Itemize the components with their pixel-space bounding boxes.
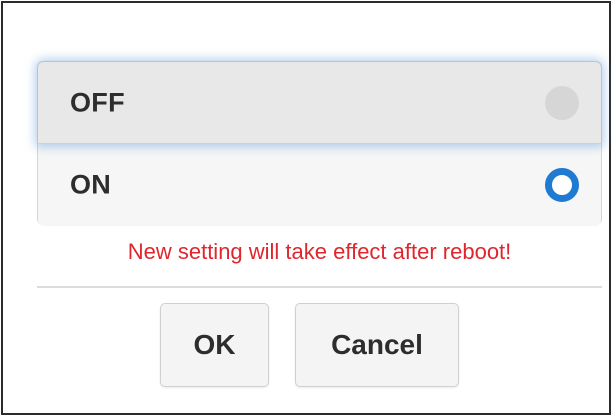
ok-button[interactable]: OK — [160, 303, 269, 387]
option-off-label: OFF — [70, 87, 125, 117]
option-on[interactable]: ON — [38, 144, 601, 226]
dialog: OFF ON New setting will take effect afte… — [1, 1, 611, 415]
option-list: OFF ON — [37, 61, 602, 226]
radio-on-icon[interactable] — [545, 168, 579, 202]
reboot-notice: New setting will take effect after reboo… — [127, 239, 512, 264]
divider — [37, 286, 602, 288]
option-on-label: ON — [70, 169, 112, 200]
radio-off-icon[interactable] — [545, 85, 579, 120]
option-off[interactable]: OFF — [38, 62, 601, 144]
cancel-button[interactable]: Cancel — [295, 303, 459, 387]
